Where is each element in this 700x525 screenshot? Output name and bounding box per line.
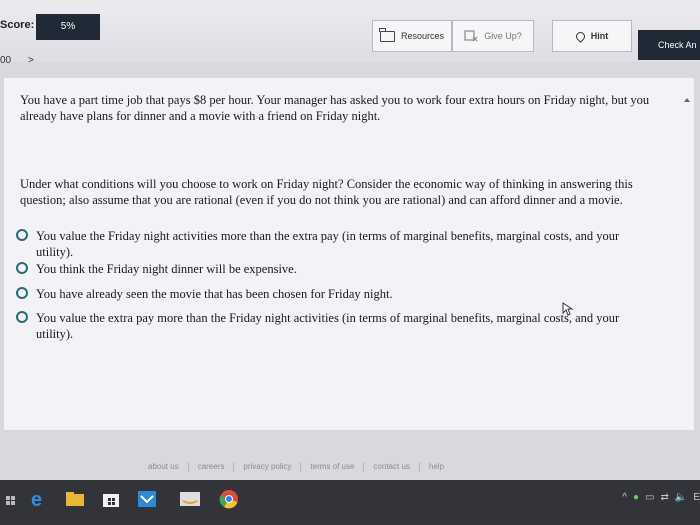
tray-app-icon[interactable]: ● [633, 492, 639, 503]
store-icon[interactable] [100, 488, 122, 510]
top-header: Score: 5% Resources Give Up? Hint Check … [0, 0, 700, 66]
answer-option-2[interactable]: You think the Friday night dinner will b… [16, 261, 656, 277]
footer-links: about us careers privacy policy terms of… [148, 462, 453, 472]
radio-button[interactable] [16, 229, 28, 241]
option-text: You think the Friday night dinner will b… [36, 262, 297, 276]
footer-link-privacy[interactable]: privacy policy [233, 462, 300, 472]
footer-link-contact[interactable]: contact us [363, 462, 418, 472]
chrome-icon[interactable] [218, 488, 240, 510]
question-scenario: You have a part time job that pays $8 pe… [20, 93, 650, 123]
footer-link-terms[interactable]: terms of use [300, 462, 363, 472]
footer-link-help[interactable]: help [418, 462, 453, 472]
resources-label: Resources [400, 31, 445, 41]
svg-text:e: e [31, 489, 42, 510]
tray-text[interactable]: E [693, 492, 700, 503]
give-up-label: Give Up? [484, 31, 522, 41]
option-text: You have already seen the movie that has… [36, 287, 393, 301]
system-tray: ^ ● ▭ ⇄ 🔈 E [622, 492, 700, 503]
radio-button[interactable] [16, 262, 28, 274]
mouse-cursor-icon [562, 302, 574, 316]
file-explorer-icon[interactable] [64, 488, 86, 510]
score-label: Score: [0, 19, 35, 31]
windows-start-icon[interactable] [6, 496, 16, 506]
edge-browser-icon[interactable]: e [28, 488, 50, 510]
answer-option-4[interactable]: You value the extra pay more than the Fr… [16, 310, 656, 342]
folder-icon [379, 27, 395, 42]
question-prompt: Under what conditions will you choose to… [20, 177, 633, 207]
option-text: You value the Friday night activities mo… [36, 229, 620, 259]
question-nav: 00 > [0, 55, 48, 66]
battery-icon[interactable]: ▭ [645, 492, 654, 503]
give-up-icon [464, 30, 478, 42]
next-question-arrow[interactable]: > [28, 55, 34, 66]
footer-link-about[interactable]: about us [148, 462, 188, 472]
check-answer-button[interactable]: Check An [638, 30, 700, 60]
question-panel: You have a part time job that pays $8 pe… [4, 78, 694, 430]
give-up-button[interactable]: Give Up? [452, 20, 534, 52]
mail-icon[interactable] [136, 488, 158, 510]
resources-button[interactable]: Resources [372, 20, 452, 52]
scroll-up-arrow[interactable] [684, 98, 690, 102]
question-number: 00 [0, 55, 12, 66]
radio-button[interactable] [16, 311, 28, 323]
taskbar: e ^ ● ▭ ⇄ 🔈 E [0, 480, 700, 525]
answer-option-3[interactable]: You have already seen the movie that has… [16, 286, 656, 302]
score-value: 5% [36, 14, 100, 40]
hint-label: Hint [590, 31, 609, 41]
network-icon[interactable]: ⇄ [660, 492, 668, 503]
footer-link-careers[interactable]: careers [187, 462, 234, 472]
hint-button[interactable]: Hint [552, 20, 632, 52]
radio-button[interactable] [16, 287, 28, 299]
answer-option-1[interactable]: You value the Friday night activities mo… [16, 228, 656, 260]
volume-icon[interactable]: 🔈 [675, 492, 687, 503]
hint-pin-icon [573, 29, 587, 43]
tray-chevron-icon[interactable]: ^ [622, 492, 627, 503]
amazon-icon[interactable] [178, 488, 202, 510]
